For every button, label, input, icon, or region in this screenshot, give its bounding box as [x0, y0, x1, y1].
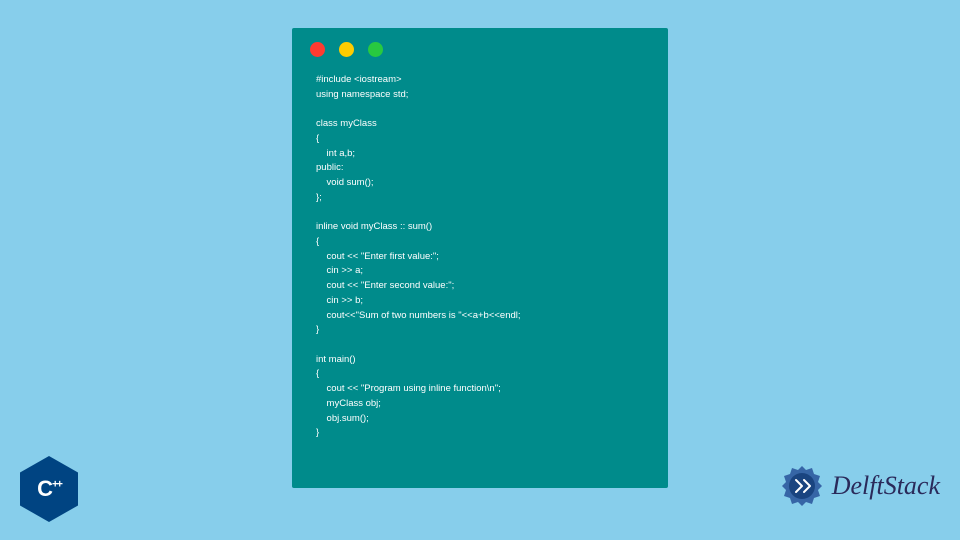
- brand-name: DelftStack: [832, 471, 940, 501]
- window-controls: [292, 28, 668, 67]
- close-icon: [310, 42, 325, 57]
- brand-logo: DelftStack: [778, 462, 940, 510]
- code-content: #include <iostream> using namespace std;…: [292, 67, 668, 447]
- minimize-icon: [339, 42, 354, 57]
- gear-icon: [778, 462, 826, 510]
- hexagon-icon: C++: [20, 456, 78, 522]
- cpp-badge: C++: [20, 456, 90, 534]
- badge-text: C++: [37, 476, 61, 502]
- code-window: #include <iostream> using namespace std;…: [292, 28, 668, 488]
- maximize-icon: [368, 42, 383, 57]
